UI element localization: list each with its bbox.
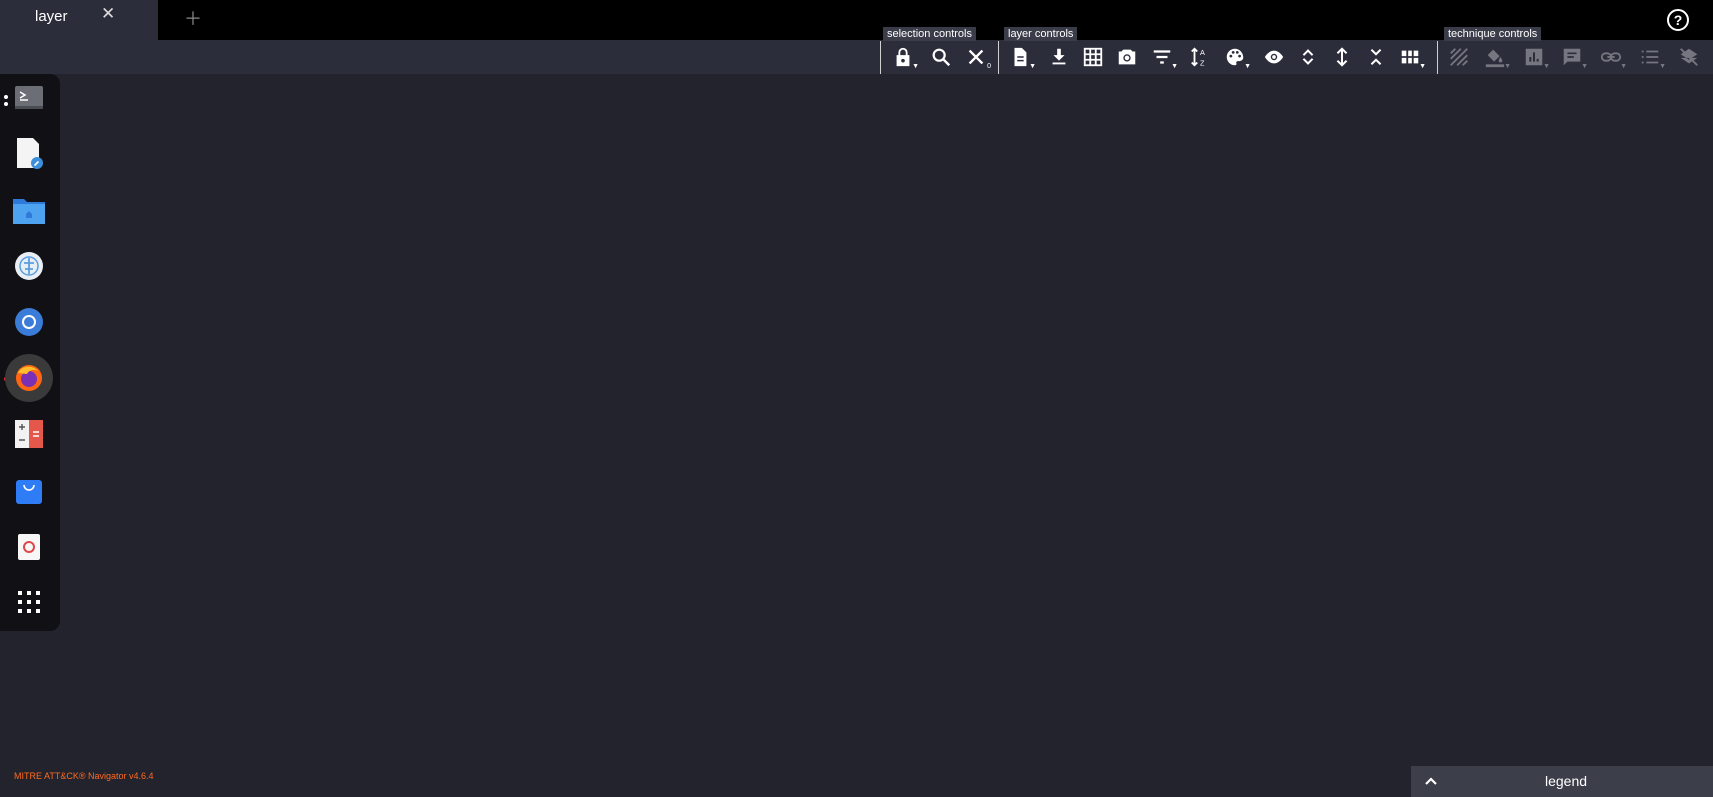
layout-icon[interactable]: ▼ — [1397, 44, 1426, 70]
download-icon[interactable] — [1046, 44, 1072, 70]
close-icon[interactable]: ✕ — [101, 4, 115, 24]
expand-all-icon[interactable] — [1329, 44, 1355, 70]
link-icon[interactable]: ▼ — [1598, 44, 1627, 70]
software-icon[interactable] — [5, 242, 53, 290]
background-color-icon[interactable]: ▼ — [1482, 44, 1511, 70]
deselect-icon[interactable]: 0 — [963, 44, 991, 70]
plus-icon[interactable]: ＋ — [184, 5, 202, 31]
text-editor-icon[interactable] — [5, 130, 53, 178]
expand-subtechniques-icon[interactable] — [1295, 44, 1321, 70]
toggle-state-icon[interactable] — [1446, 44, 1472, 70]
store-icon[interactable] — [5, 466, 53, 514]
selection-count: 0 — [987, 63, 991, 70]
divider — [880, 41, 881, 74]
terminal-icon[interactable] — [5, 74, 53, 122]
comment-icon[interactable]: ▼ — [1559, 44, 1588, 70]
show-hide-icon[interactable] — [1261, 44, 1287, 70]
color-setup-icon[interactable]: ▼ — [1222, 44, 1251, 70]
filter-icon[interactable]: ▼ — [1149, 44, 1178, 70]
clear-annotations-icon[interactable] — [1676, 44, 1702, 70]
legend-label: legend — [1545, 773, 1588, 789]
divider — [998, 41, 999, 74]
svg-text:Z: Z — [1200, 58, 1205, 67]
calculator-icon[interactable] — [5, 410, 53, 458]
svg-text:A: A — [1200, 48, 1205, 57]
dock — [0, 74, 60, 631]
app-version-label: MITRE ATT&CK® Navigator v4.6.4 — [14, 771, 154, 781]
layer-info-icon[interactable]: ▼ — [1007, 44, 1036, 70]
collapse-icon[interactable] — [1363, 44, 1389, 70]
chevron-up-icon[interactable] — [1423, 773, 1439, 789]
tab-layer[interactable]: layer ✕ — [0, 0, 158, 40]
chromium-icon[interactable] — [5, 298, 53, 346]
sort-icon[interactable]: AZ — [1187, 44, 1213, 70]
firefox-icon[interactable] — [5, 354, 53, 402]
tab-label: layer — [35, 8, 68, 25]
lock-icon[interactable]: ▼ — [890, 44, 919, 70]
metadata-icon[interactable]: ▼ — [1637, 44, 1666, 70]
trash-icon[interactable] — [5, 522, 53, 570]
files-icon[interactable] — [5, 186, 53, 234]
search-icon[interactable] — [928, 44, 954, 70]
apps-grid-icon[interactable] — [5, 578, 53, 626]
divider — [1437, 41, 1438, 74]
render-svg-icon[interactable] — [1114, 44, 1140, 70]
technique-controls-label: technique controls — [1444, 27, 1542, 41]
scoring-icon[interactable]: ▼ — [1521, 44, 1550, 70]
export-excel-icon[interactable] — [1080, 44, 1106, 70]
selection-controls-label: selection controls — [883, 27, 976, 41]
layer-controls-label: layer controls — [1004, 27, 1078, 41]
legend-bar[interactable]: legend — [1411, 766, 1713, 797]
help-icon[interactable]: ? — [1667, 9, 1689, 31]
